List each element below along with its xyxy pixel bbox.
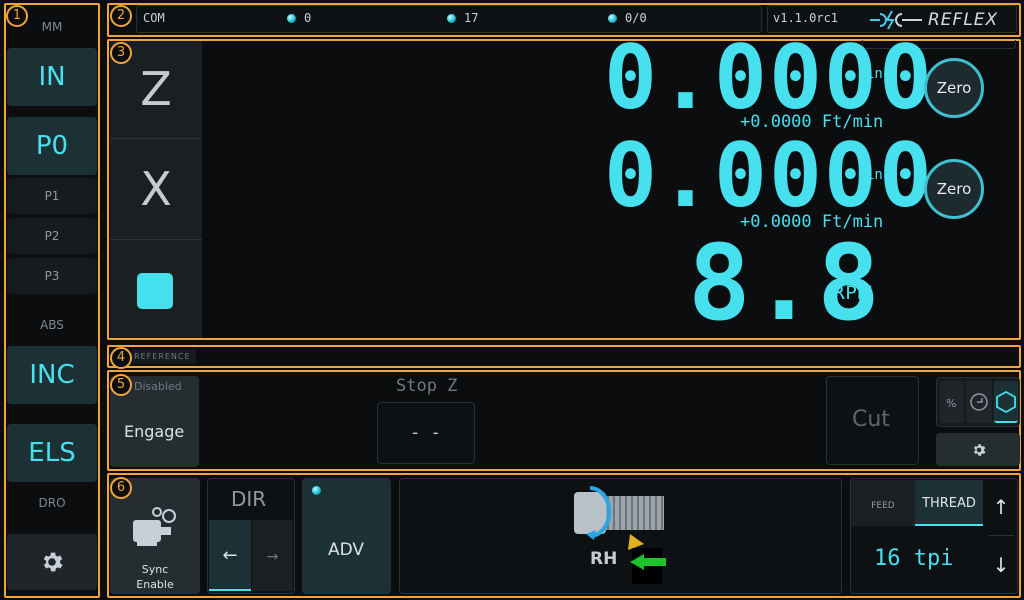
z-unit: in [866,66,883,82]
callout-2: 2 [110,5,132,27]
callout-5: 5 [110,374,132,396]
status-led-2 [447,14,456,23]
mode-abs-label[interactable]: ABS [7,318,97,332]
position-p0-button[interactable]: P0 [7,117,97,175]
status-led-1 [287,14,296,23]
advance-label: ADV [328,540,365,560]
status-value-2: 17 [464,11,479,25]
engage-status: Disabled [134,380,182,393]
units-in-label: IN [38,62,66,92]
arrow-left-icon: ← [222,545,238,566]
position-p1-button[interactable]: P1 [7,178,97,214]
percent-icon: % [946,397,956,410]
motor-gear-icon [133,507,176,546]
cut-button[interactable]: Cut [826,376,919,465]
position-p3-button[interactable]: P3 [7,258,97,294]
p2-label: P2 [44,229,60,243]
direction-right-button[interactable]: → [252,520,293,591]
arrow-down-icon: ↓ [992,553,1010,577]
hexagon-icon [996,390,1016,414]
mode-taper-button[interactable]: % [940,381,964,423]
refresh-icon [970,393,988,411]
pitch-down-button[interactable]: ↓ [985,538,1017,592]
tab-thread[interactable]: THREAD [915,480,983,526]
gear-icon [43,552,63,572]
mode-inc-button[interactable]: INC [7,346,97,404]
x-unit: in [866,167,883,183]
inc-label: INC [29,360,75,390]
stop-z-value: - - [410,423,441,443]
status-value-1: 0 [304,11,312,25]
callout-3: 3 [110,42,132,64]
p3-label: P3 [44,269,60,283]
zero-z-button[interactable]: Zero [924,58,984,118]
rpm-unit: RPM [832,282,874,304]
callout-6: 6 [110,477,132,499]
brand-name: REFLEX [928,10,999,30]
status-value-3: 0/0 [625,11,647,25]
control-settings-button[interactable] [936,433,1020,466]
els-label: ELS [28,438,76,468]
axis-divider [110,239,202,240]
arrow-up-icon: ↑ [992,495,1010,519]
mode-turn-button[interactable] [994,381,1018,423]
zero-x-button[interactable]: Zero [924,159,984,219]
mode-face-button[interactable] [966,381,992,423]
status-led-3 [608,14,617,23]
zone-reference [107,345,1021,368]
advance-button[interactable]: ADV [302,478,391,594]
hand-label: RH [590,549,618,569]
callout-4: 4 [110,347,132,369]
tab-thread-label: THREAD [922,496,976,511]
thread-pitch-value: 16 tpi [874,546,954,571]
p1-label: P1 [44,189,60,203]
reference-label: REFERENCE [132,349,196,364]
advance-led [312,486,321,495]
p0-label: P0 [35,131,69,161]
engage-label: Engage [124,422,185,441]
direction-left-button[interactable]: ← [209,520,251,591]
svg-text:%: % [946,397,956,410]
position-p2-button[interactable]: P2 [7,218,97,254]
settings-button[interactable] [7,534,97,590]
threaded-workpiece-icon [574,486,666,584]
com-label: COM [143,11,165,25]
direction-label: DIR [231,487,267,511]
version-label: v1.1.0rc1 [773,11,839,25]
spindle-indicator[interactable] [137,273,173,309]
units-in-button[interactable]: IN [7,48,97,106]
axis-x-label[interactable]: X [110,139,202,239]
stop-z-label: Stop Z [396,376,458,396]
callout-1: 1 [6,5,28,27]
stop-z-field[interactable]: - - [377,402,475,464]
mode-dro-label[interactable]: DRO [7,496,97,510]
x-position-readout: 0.0000 [604,124,934,227]
pitch-divider [988,535,1014,536]
mode-els-button[interactable]: ELS [7,424,97,482]
pitch-up-button[interactable]: ↑ [985,480,1017,534]
gear-icon [973,444,986,456]
tab-feed-label: FEED [871,501,895,511]
tab-feed[interactable]: FEED [851,480,915,526]
sync-enable-label: Sync Enable [136,563,174,591]
arrow-right-icon: → [266,549,279,565]
cut-label: Cut [852,407,890,432]
